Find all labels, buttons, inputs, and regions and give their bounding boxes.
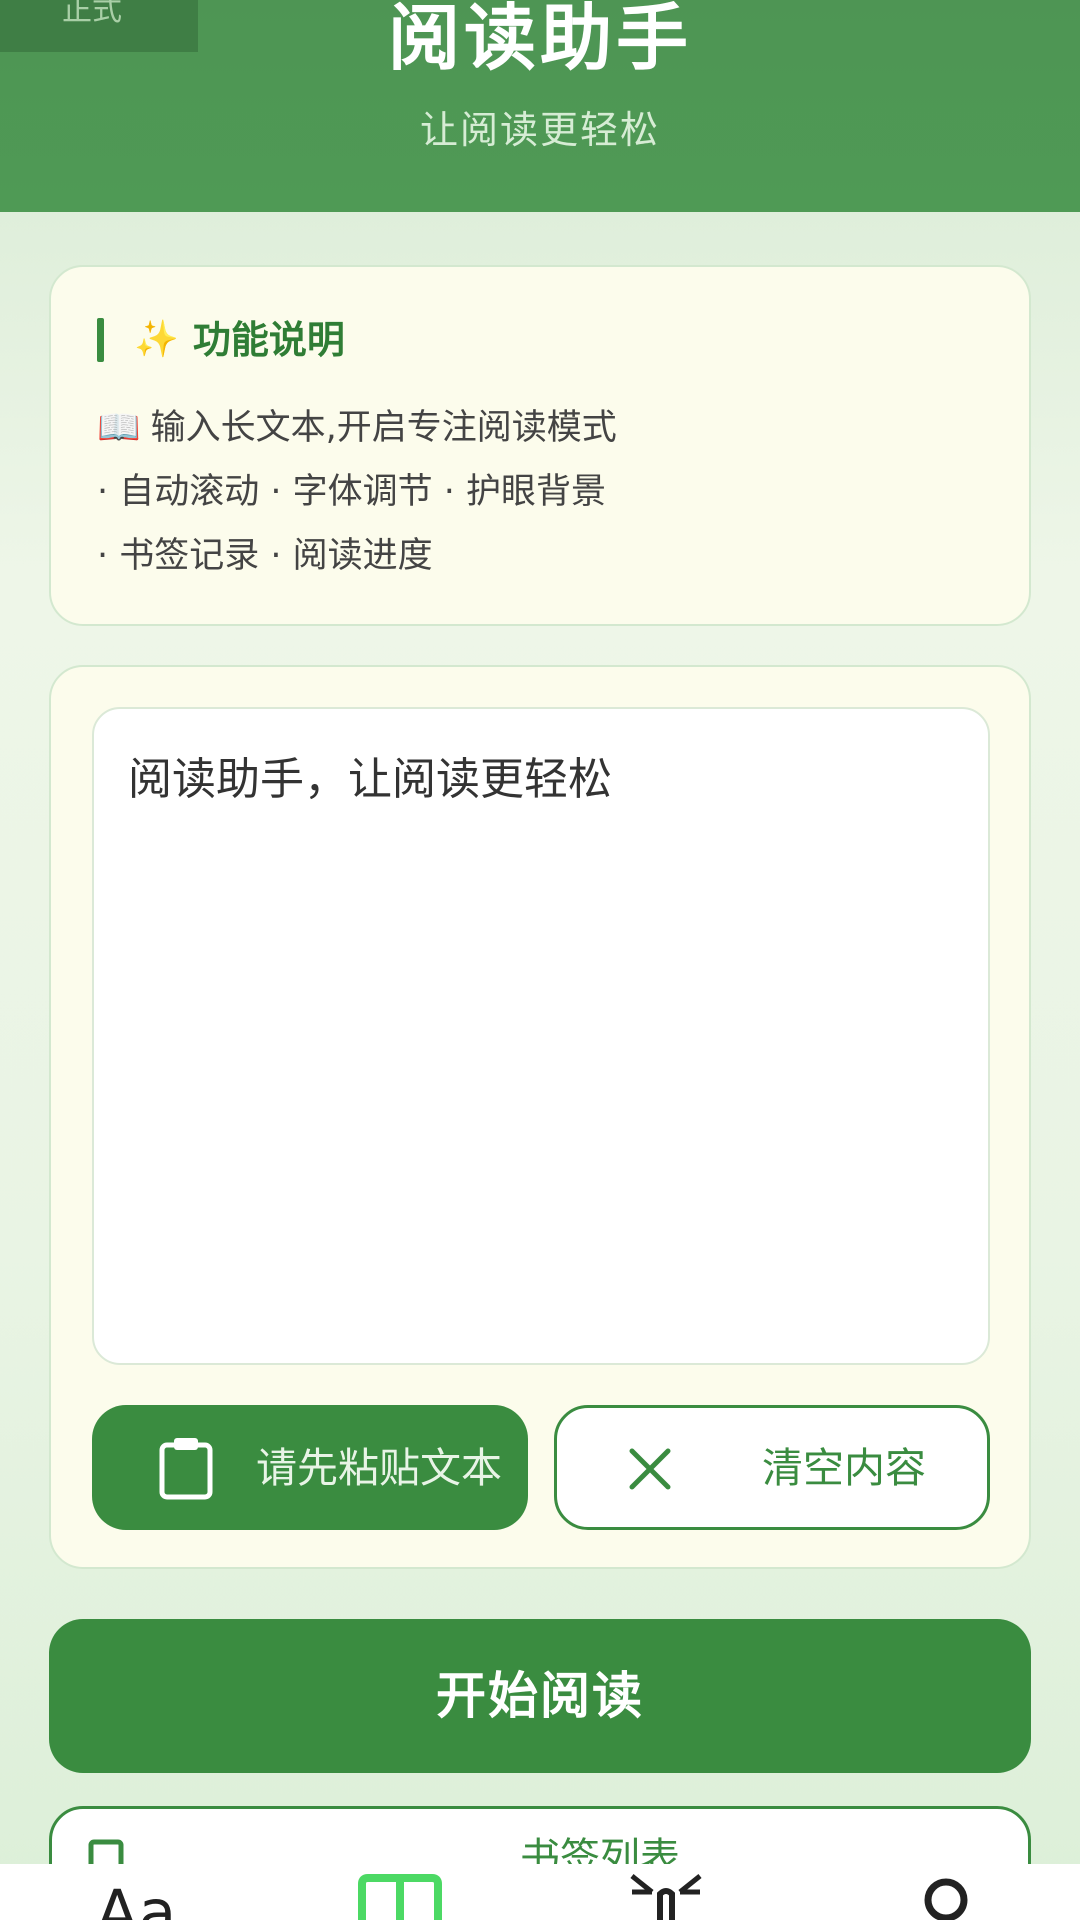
feature-title: 功能说明 bbox=[192, 318, 345, 362]
close-icon bbox=[629, 1448, 671, 1490]
paste-button[interactable]: 请先粘贴文本 bbox=[92, 1405, 528, 1530]
user-icon bbox=[924, 1878, 968, 1920]
book-icon bbox=[358, 1874, 442, 1920]
font-size-icon: Aa bbox=[96, 1876, 177, 1920]
text-input-area[interactable]: 阅读助手，让阅读更轻松 bbox=[92, 707, 990, 1365]
sparkles-icon: ✨ bbox=[134, 319, 179, 360]
tap-icon bbox=[630, 1874, 702, 1920]
clear-button[interactable]: 清空内容 bbox=[554, 1405, 990, 1530]
app-subtitle: 让阅读更轻松 bbox=[419, 108, 660, 152]
nav-item-font[interactable]: Aa bbox=[0, 1864, 270, 1920]
feature-card: ✨ 功能说明 📖 输入长文本,开启专注阅读模式 · 自动滚动 · 字体调节 · 护… bbox=[49, 265, 1031, 626]
open-book-icon: 📖 bbox=[97, 408, 141, 448]
accent-bar bbox=[97, 318, 104, 362]
nav-item-reader[interactable] bbox=[270, 1864, 540, 1920]
app-title: 阅读助手 bbox=[387, 0, 692, 80]
feature-line: · 书签记录 · 阅读进度 bbox=[97, 536, 433, 576]
paste-button-label: 请先粘贴文本 bbox=[256, 1444, 502, 1492]
bottom-navigation: Aa bbox=[0, 1864, 1080, 1920]
input-card: 阅读助手，让阅读更轻松 请先粘贴文本 清空内容 bbox=[49, 665, 1031, 1569]
feature-line-text: 输入长文本,开启专注阅读模式 bbox=[150, 408, 617, 448]
clear-button-label: 清空内容 bbox=[762, 1444, 926, 1492]
app-header: 正式 阅读助手 让阅读更轻松 bbox=[0, 0, 1080, 212]
nav-item-gesture[interactable] bbox=[540, 1864, 810, 1920]
feature-line: · 自动滚动 · 字体调节 · 护眼背景 bbox=[97, 472, 607, 512]
feature-line: 📖 输入长文本,开启专注阅读模式 bbox=[97, 405, 617, 451]
clipboard-icon bbox=[159, 1438, 213, 1500]
nav-item-profile[interactable] bbox=[810, 1864, 1080, 1920]
feature-heading: ✨ 功能说明 bbox=[97, 317, 345, 363]
start-reading-button[interactable]: 开始阅读 bbox=[49, 1619, 1031, 1773]
